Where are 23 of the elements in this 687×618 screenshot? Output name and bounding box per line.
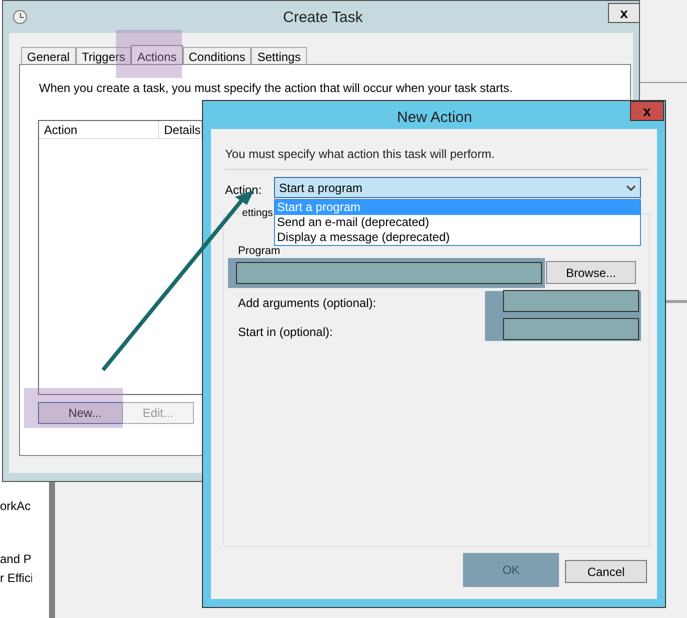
field-label: Start in (optional): xyxy=(238,324,333,341)
field-label: Add arguments (optional): xyxy=(238,295,376,312)
background-text: orkAc xyxy=(0,498,32,515)
column-header[interactable]: Action xyxy=(39,121,159,138)
window-title: Create Task xyxy=(283,8,363,28)
description-text: You must specify what action this task will perform. xyxy=(225,146,495,163)
background-text: and Pl xyxy=(0,551,32,568)
background-text: r Effici xyxy=(0,570,32,587)
description-text: When you create a task, you must specify the action that will occur when your task starts. xyxy=(39,80,513,97)
close-button[interactable]: x xyxy=(608,3,640,23)
input-field[interactable] xyxy=(503,318,639,340)
clock-icon xyxy=(13,10,27,24)
button[interactable]: Cancel xyxy=(565,560,647,583)
group-label: ettings xyxy=(241,207,274,219)
field-label: Program xyxy=(238,245,280,257)
chevron-icon xyxy=(626,184,636,190)
close-button[interactable]: x xyxy=(630,101,664,121)
action-dropdown[interactable]: Start a program xyxy=(274,177,641,198)
browse-button[interactable]: Browse... xyxy=(546,261,636,284)
input-field[interactable] xyxy=(236,262,542,284)
input-field[interactable] xyxy=(503,290,639,312)
dropdown-value: Start a program xyxy=(279,180,362,196)
window-title: New Action xyxy=(397,108,472,128)
